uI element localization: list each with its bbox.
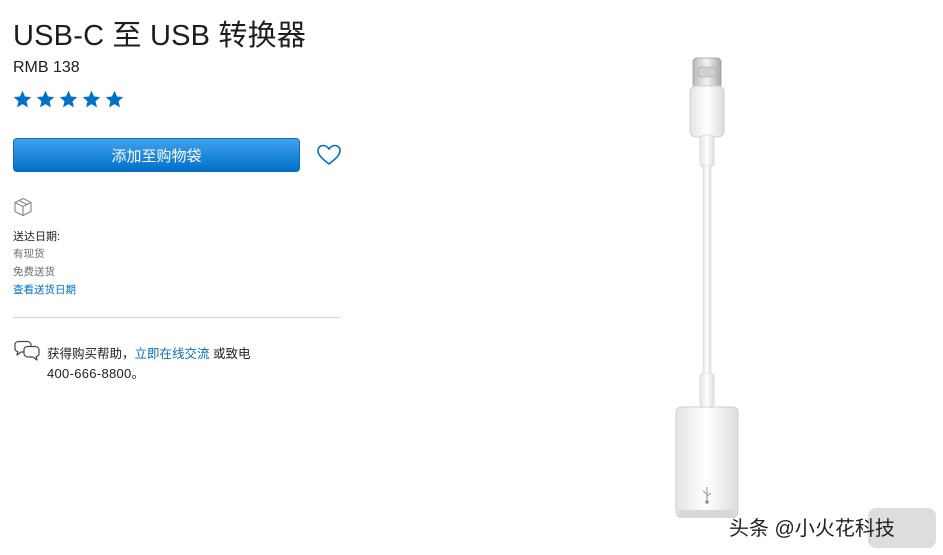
stock-status: 有现货 — [13, 248, 45, 260]
help-prefix: 获得购买帮助， — [47, 347, 135, 361]
usb-c-adapter-image — [675, 57, 739, 518]
help-text: 获得购买帮助，立即在线交流 或致电 — [47, 343, 251, 362]
product-title: USB-C 至 USB 转换器 — [13, 20, 307, 52]
star-icon — [105, 90, 124, 108]
delivery-date-label: 送达日期: — [13, 231, 61, 243]
watermark: 头条 @小火花科技 — [729, 518, 895, 540]
rating-stars — [12, 89, 125, 110]
star-icon — [36, 90, 55, 108]
star-icon — [13, 90, 32, 108]
help-phone: 400-666-8800。 — [47, 366, 145, 381]
help-suffix: 或致电 — [209, 347, 251, 361]
box-icon — [14, 197, 32, 217]
add-to-bag-button[interactable]: 添加至购物袋 — [13, 138, 300, 172]
free-shipping: 免费送货 — [13, 266, 55, 278]
star-icon — [82, 90, 101, 108]
live-chat-link[interactable]: 立即在线交流 — [135, 347, 210, 361]
divider — [13, 317, 340, 318]
product-price: RMB 138 — [13, 59, 80, 76]
chat-icon — [14, 340, 40, 361]
check-delivery-link[interactable]: 查看送货日期 — [13, 282, 76, 297]
heart-icon[interactable] — [316, 143, 342, 167]
star-icon — [59, 90, 78, 108]
